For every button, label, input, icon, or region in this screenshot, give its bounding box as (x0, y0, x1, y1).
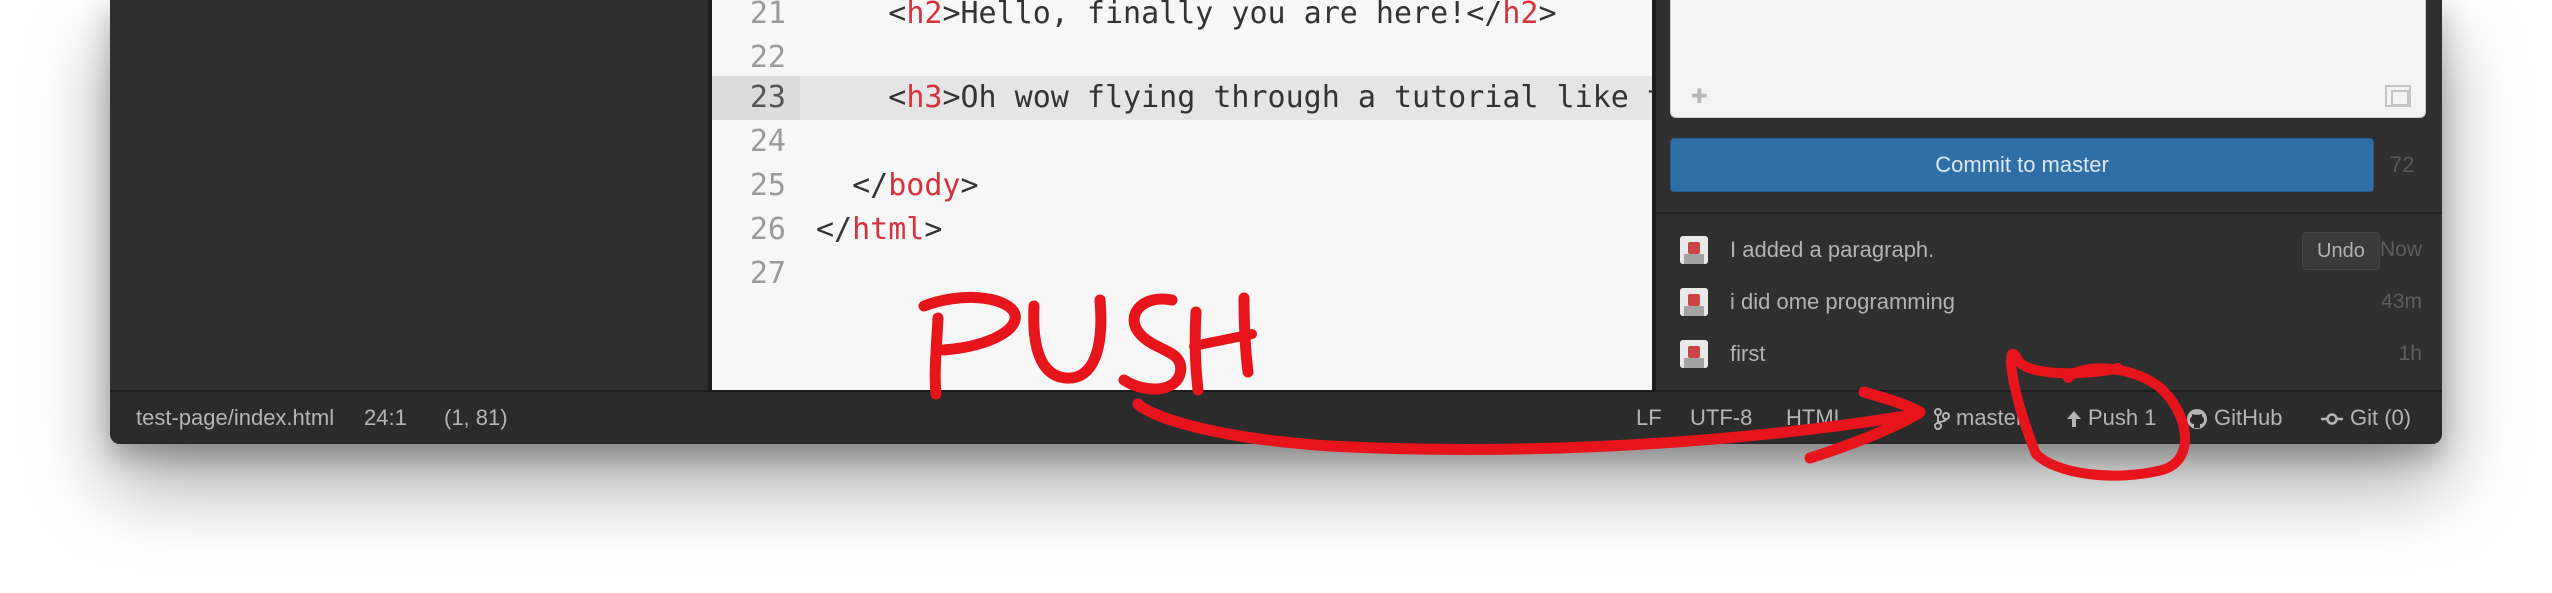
commit-message: I added a paragraph. (1730, 237, 1935, 262)
line-number: 26 (749, 212, 786, 247)
line-number: 22 (749, 40, 786, 75)
editor-line[interactable]: 24 (712, 120, 1652, 164)
code-text: </html> (816, 212, 943, 247)
editor-line-active[interactable]: 23 <h3>Oh wow flying through a tutorial … (712, 76, 1665, 120)
editor-line[interactable]: 21 <h2>Hello, finally you are here!</h2> (712, 0, 1652, 36)
add-coauthor-icon[interactable]: ✚ (1691, 84, 1708, 109)
avatar (1680, 288, 1708, 316)
git-panel: ✚ Commit to master 72 I added a paragrap… (1656, 0, 2442, 390)
commit-message: i did ome programming (1730, 289, 1955, 314)
commit-time: 43m (2381, 290, 2422, 313)
atom-editor-window: 21 <h2>Hello, finally you are here!</h2>… (110, 0, 2442, 444)
avatar (1680, 236, 1708, 264)
avatar (1680, 340, 1708, 368)
github-icon (2187, 409, 2207, 430)
git-commit-icon (2321, 413, 2343, 425)
editor-line[interactable]: 25 </body> (712, 164, 1652, 208)
github-label: GitHub (2214, 405, 2283, 430)
code-editor[interactable]: 21 <h2>Hello, finally you are here!</h2>… (712, 0, 1665, 390)
github-tab-button[interactable]: GitHub (2186, 392, 2282, 444)
push-label: Push 1 (2088, 405, 2157, 430)
tree-view-panel[interactable] (110, 0, 708, 390)
commit-time: Now (2379, 238, 2422, 261)
status-bar: test-page/index.html 24:1 (1, 81) LF UTF… (110, 390, 2442, 444)
git-label: Git (0) (2350, 405, 2412, 430)
line-number: 21 (749, 0, 786, 31)
commit-time: 1h (2398, 342, 2422, 365)
code-text: <h3>Oh wow flying through a tutorial lik… (888, 80, 1665, 115)
line-number: 25 (749, 168, 786, 203)
branch-icon (1934, 408, 1950, 431)
push-button[interactable]: Push 1 (2066, 392, 2157, 444)
editor-line[interactable]: 26 </html> (712, 208, 1652, 252)
recent-commit-item[interactable]: I added a paragraph. Undo Now (1656, 224, 2442, 276)
commit-message-input[interactable]: ✚ (1670, 0, 2426, 118)
divider (1656, 212, 2442, 214)
line-number: 24 (749, 124, 786, 159)
grammar-selector[interactable]: HTML (1786, 392, 1846, 444)
line-number: 23 (712, 76, 800, 120)
editor-line[interactable]: 27 (712, 252, 1652, 296)
expand-editor-icon[interactable] (2385, 85, 2411, 107)
commit-message: first (1730, 341, 1766, 366)
recent-commit-item[interactable]: i did ome programming 43m (1656, 276, 2442, 328)
file-path[interactable]: test-page/index.html (136, 392, 334, 444)
selection-count[interactable]: (1, 81) (444, 392, 508, 444)
commit-button[interactable]: Commit to master (1670, 138, 2374, 192)
encoding-selector[interactable]: UTF-8 (1690, 392, 1752, 444)
character-count: 72 (2390, 152, 2415, 177)
recent-commit-item[interactable]: first 1h (1656, 328, 2442, 380)
git-tab-button[interactable]: Git (0) (2320, 392, 2411, 444)
undo-button[interactable]: Undo (2302, 232, 2380, 270)
branch-selector[interactable]: master (1934, 392, 2023, 444)
line-ending-selector[interactable]: LF (1636, 392, 1662, 444)
cursor-position[interactable]: 24:1 (364, 392, 407, 444)
code-text: <h2>Hello, finally you are here!</h2> (888, 0, 1557, 31)
branch-label: master (1956, 405, 2024, 430)
code-text: </body> (852, 168, 979, 203)
editor-line[interactable]: 22 (712, 36, 1652, 80)
line-number: 27 (749, 256, 786, 291)
arrow-up-icon (2067, 411, 2081, 428)
